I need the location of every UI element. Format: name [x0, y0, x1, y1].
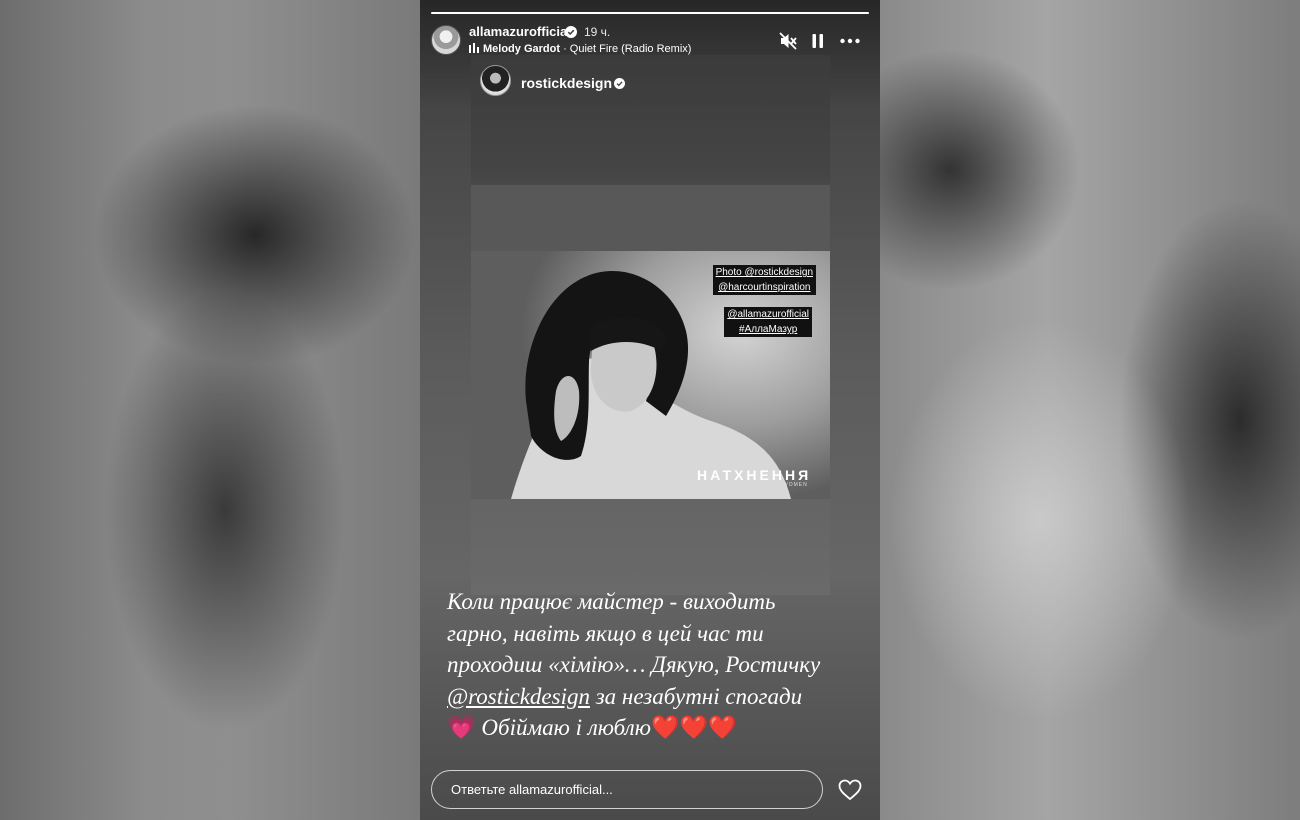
shared-post-username[interactable]: rostickdesign	[521, 75, 612, 91]
story-username[interactable]: allamazurofficial	[469, 24, 571, 40]
watermark-logo: НАТХНЕННЯ	[697, 467, 812, 483]
story-viewer[interactable]: allamazurofficial 19 ч. Melody Gardot · …	[420, 0, 880, 820]
verified-badge-icon	[565, 26, 577, 38]
caption-mention-link[interactable]: @rostickdesign	[447, 684, 590, 709]
blurred-background-right	[880, 0, 1300, 820]
photo-tag[interactable]: @harcourtinspiration	[712, 280, 816, 295]
verified-badge-icon	[614, 78, 625, 89]
caption-text: за незабутні спогади	[589, 683, 803, 709]
music-track: Quiet Fire (Radio Remix)	[569, 43, 692, 55]
blurred-background-left	[0, 0, 420, 820]
more-horizontal-icon[interactable]	[839, 30, 861, 52]
shared-post-photo: Photo @rostickdesign @harcourtinspiratio…	[471, 251, 830, 499]
caption-line: проходиш «хімію»… Дякую, Ростичку	[447, 652, 821, 677]
music-separator: ·	[560, 43, 570, 55]
audio-bars-icon	[469, 43, 479, 53]
speaker-muted-icon[interactable]	[777, 30, 799, 52]
profile-avatar[interactable]	[431, 25, 461, 55]
photo-mention-tags: @allamazurofficial #АллаМазур	[724, 307, 812, 337]
story-header: allamazurofficial 19 ч. Melody Gardot · …	[431, 24, 869, 56]
watermark-subtext: WOMEN	[783, 482, 808, 488]
photo-credit-tags: Photo @rostickdesign @harcourtinspiratio…	[712, 265, 816, 295]
caption-line: 💗 Обіймаю і люблю❤️❤️❤️	[447, 712, 867, 744]
caption-line: гарно, навіть якщо в цей час ти	[447, 620, 764, 646]
heart-like-icon[interactable]	[838, 779, 862, 801]
story-timestamp: 19 ч.	[584, 25, 611, 39]
music-info[interactable]: Melody Gardot · Quiet Fire (Radio Remix)	[469, 42, 691, 56]
red-hearts-emoji: ❤️❤️❤️	[650, 715, 737, 740]
pause-icon[interactable]	[807, 30, 829, 52]
pink-heart-emoji: 💗	[447, 715, 476, 740]
photo-tag[interactable]: #АллаМазур	[724, 322, 812, 337]
post-background-band	[471, 185, 830, 251]
story-caption: Коли працює майстер - виходить гарно, на…	[447, 586, 867, 744]
photo-tag[interactable]: Photo @rostickdesign	[712, 265, 816, 280]
shared-post-card[interactable]: rostickdesign Photo @rostickdesign @harc…	[471, 55, 830, 595]
reply-input[interactable]	[431, 770, 823, 809]
music-artist: Melody Gardot	[483, 43, 561, 55]
photo-tag[interactable]: @allamazurofficial	[724, 307, 812, 322]
story-progress-fill	[431, 12, 869, 14]
shared-post-avatar[interactable]	[480, 65, 511, 96]
caption-line: Коли працює майстер - виходить	[447, 589, 776, 614]
caption-line: @rostickdesign за незабутні спогади	[447, 681, 867, 713]
story-progress-bar	[431, 12, 869, 14]
caption-text: Обіймаю і люблю	[475, 715, 651, 740]
